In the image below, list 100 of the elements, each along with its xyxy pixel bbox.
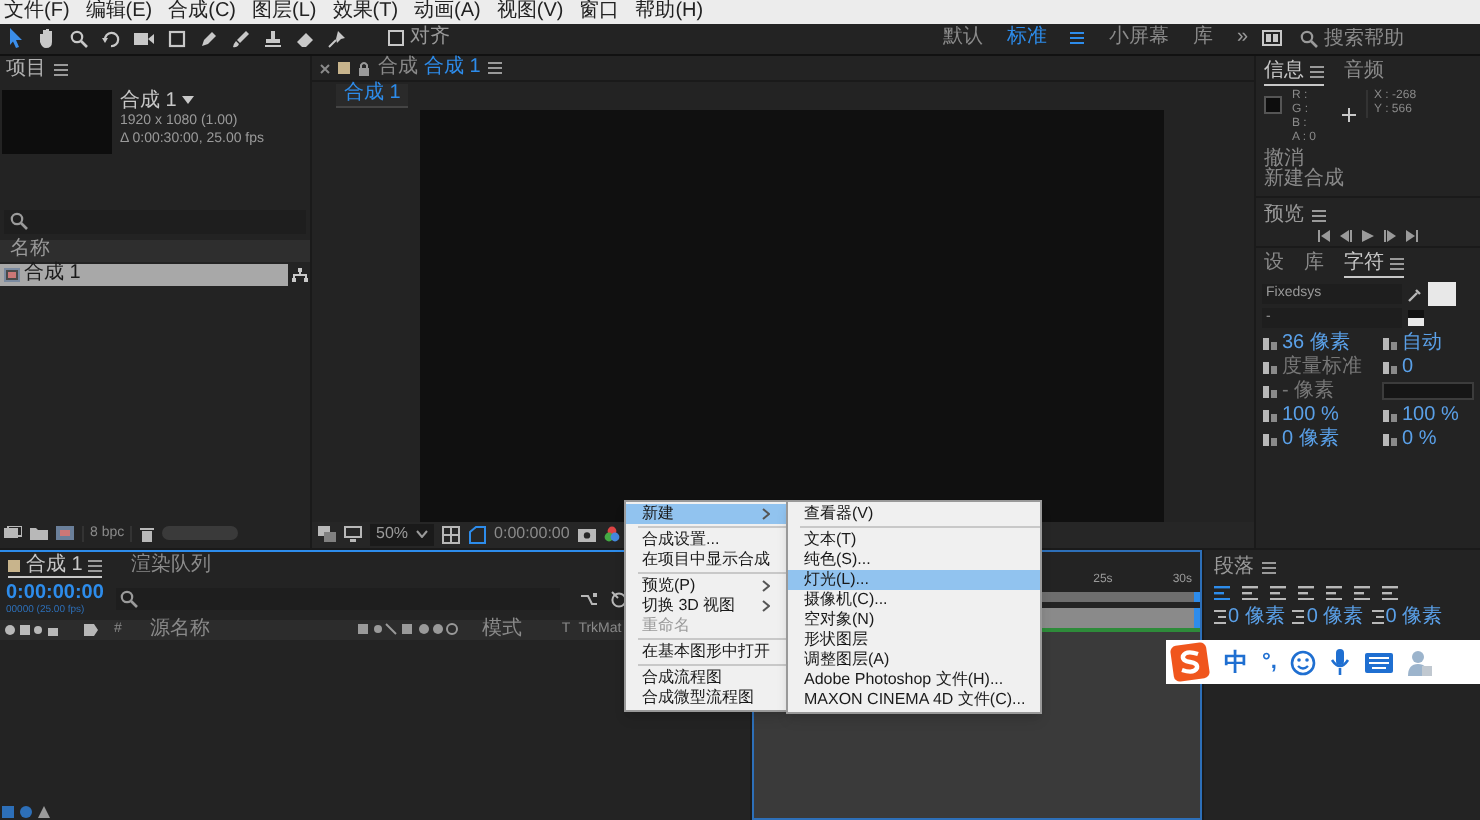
menu-icon[interactable] — [88, 557, 103, 574]
baseline-shift-value[interactable]: 0 像素 — [1282, 429, 1339, 450]
workspace-tab[interactable]: 默认 — [942, 28, 983, 49]
menu-item[interactable]: 纯色(S)... — [788, 550, 1040, 570]
menu-item[interactable]: 查看器(V) — [788, 504, 1040, 524]
column-header[interactable]: 名称 — [10, 240, 50, 261]
menu-item[interactable]: 预览(P) — [626, 576, 786, 596]
overflow-chevron[interactable]: » — [1236, 28, 1248, 49]
layer-search-field[interactable] — [115, 588, 560, 611]
menu-item[interactable]: 切换 3D 视图 — [626, 596, 786, 616]
eraser-icon[interactable] — [296, 29, 314, 48]
menu-item[interactable]: 形状图层 — [788, 630, 1040, 650]
magnification-icon[interactable] — [318, 526, 336, 543]
magnifier-icon[interactable] — [70, 29, 88, 48]
help-search-field[interactable]: 搜索帮助 — [1296, 25, 1472, 52]
vertical-scale-value[interactable]: 100 % — [1282, 405, 1339, 426]
menu-item[interactable]: 视图(V) — [496, 1, 564, 22]
stamp-icon[interactable] — [264, 29, 282, 48]
panel-title[interactable]: 项目 — [6, 60, 46, 81]
breadcrumb-tab[interactable]: 合成 1 — [336, 83, 409, 108]
render-time-toggle-icon[interactable] — [38, 805, 50, 817]
smiley-icon[interactable] — [1290, 649, 1317, 675]
stroke-width-value[interactable]: - 像素 — [1282, 381, 1335, 402]
menu-item[interactable]: 帮助(H) — [635, 1, 704, 22]
menu-item[interactable]: 效果(T) — [332, 1, 399, 22]
rectangle-icon[interactable] — [168, 29, 186, 48]
panel-title[interactable]: 段落 — [1214, 558, 1254, 579]
current-time[interactable]: 0:00:00:00 — [494, 526, 570, 543]
hand-icon[interactable] — [38, 28, 56, 49]
close-icon[interactable] — [320, 63, 330, 73]
panel-tab[interactable]: 字符 — [1344, 253, 1384, 274]
panel-toggle-icon[interactable] — [1262, 30, 1282, 47]
camera-tool-icon[interactable] — [134, 30, 154, 47]
swap-colors-icon[interactable] — [1408, 309, 1424, 326]
panel-tab[interactable]: 库 — [1304, 253, 1324, 274]
workspace-menu-icon[interactable] — [1070, 30, 1085, 47]
menu-icon[interactable] — [1310, 63, 1324, 80]
kerning-value[interactable]: 度量标准 — [1282, 357, 1362, 378]
camera-icon[interactable] — [577, 526, 596, 543]
alignment-icon[interactable] — [1382, 585, 1398, 600]
workspace-tab[interactable]: 库 — [1192, 28, 1213, 49]
grid-icon[interactable] — [442, 525, 461, 544]
alignment-icon[interactable] — [1214, 585, 1230, 600]
menu-item[interactable]: 灯光(L)... — [788, 570, 1040, 590]
panel-tab[interactable]: 合成 1 — [26, 555, 83, 576]
horizontal-scale-value[interactable]: 100 % — [1402, 405, 1459, 426]
skip-back-icon[interactable] — [1318, 229, 1330, 242]
menu-item[interactable]: MAXON CINEMA 4D 文件(C)... — [788, 690, 1040, 710]
menu-item[interactable]: 调整图层(A) — [788, 650, 1040, 670]
panel-tab[interactable]: 音频 — [1344, 61, 1384, 82]
menu-item[interactable]: 合成微型流程图 — [626, 688, 786, 708]
menu-item[interactable]: 空对象(N) — [788, 610, 1040, 630]
skip-forward-icon[interactable] — [1406, 229, 1418, 242]
new-composition-icon[interactable] — [56, 526, 74, 541]
keyboard-icon[interactable] — [1364, 651, 1395, 673]
puppet-pin-icon[interactable] — [328, 29, 346, 48]
menu-item[interactable]: 合成(C) — [168, 1, 237, 22]
panel-tab[interactable]: 设 — [1264, 253, 1284, 274]
transfer-controls-toggle-icon[interactable] — [20, 805, 32, 817]
column-header[interactable]: 模式 — [481, 619, 554, 640]
folder-icon[interactable] — [30, 526, 48, 541]
alignment-icon[interactable] — [1270, 585, 1286, 600]
menu-item[interactable]: 在基本图形中打开 — [626, 642, 786, 662]
panel-tab[interactable]: 信息 — [1264, 61, 1304, 82]
alignment-icon[interactable] — [1326, 585, 1342, 600]
fill-color-swatch[interactable] — [1428, 281, 1456, 306]
lock-icon[interactable] — [358, 61, 370, 75]
microphone-icon[interactable] — [1330, 648, 1351, 676]
mask-outline-icon[interactable] — [468, 525, 487, 544]
alignment-icon[interactable] — [1298, 585, 1314, 600]
panel-title[interactable]: 合成 1 — [424, 58, 481, 78]
dropdown-caret-icon[interactable] — [182, 96, 195, 105]
flowchart-icon[interactable] — [292, 267, 308, 282]
menu-icon[interactable] — [1390, 255, 1404, 272]
ime-logo-icon[interactable] — [1170, 642, 1210, 682]
panel-tab[interactable]: 渲染队列 — [130, 556, 211, 577]
layer-switches-toggle-icon[interactable] — [2, 805, 14, 817]
punctuation-toggle[interactable]: °, — [1262, 650, 1277, 674]
rotate-icon[interactable] — [102, 29, 120, 48]
play-icon[interactable] — [1362, 229, 1374, 242]
menu-item[interactable]: 动画(A) — [414, 1, 481, 22]
project-item[interactable]: 合成 1 — [0, 263, 288, 286]
step-forward-icon[interactable] — [1384, 229, 1396, 242]
brush-icon[interactable] — [232, 29, 250, 48]
workspace-tab[interactable]: 标准 — [1006, 28, 1047, 49]
indent-value[interactable]: 0 像素 — [1385, 607, 1443, 628]
menu-item[interactable]: 合成设置... — [626, 530, 786, 550]
tsume-value[interactable]: 0 % — [1402, 429, 1437, 450]
alignment-icon[interactable] — [1354, 585, 1370, 600]
zoom-dropdown[interactable]: 50% — [370, 523, 435, 546]
menu-item[interactable]: 编辑(E) — [85, 1, 153, 22]
eyedropper-icon[interactable] — [1408, 285, 1422, 302]
pen-icon[interactable] — [200, 29, 218, 48]
workspace-tab[interactable]: 小屏幕 — [1108, 28, 1169, 49]
indent-value[interactable]: 0 像素 — [1306, 607, 1364, 628]
tracking-value[interactable]: 0 — [1402, 357, 1414, 378]
menu-item[interactable]: 文本(T) — [788, 530, 1040, 550]
column-header[interactable]: 源名称 — [149, 619, 350, 640]
menu-item[interactable]: Adobe Photoshop 文件(H)... — [788, 670, 1040, 690]
alignment-icon[interactable] — [1242, 585, 1258, 600]
